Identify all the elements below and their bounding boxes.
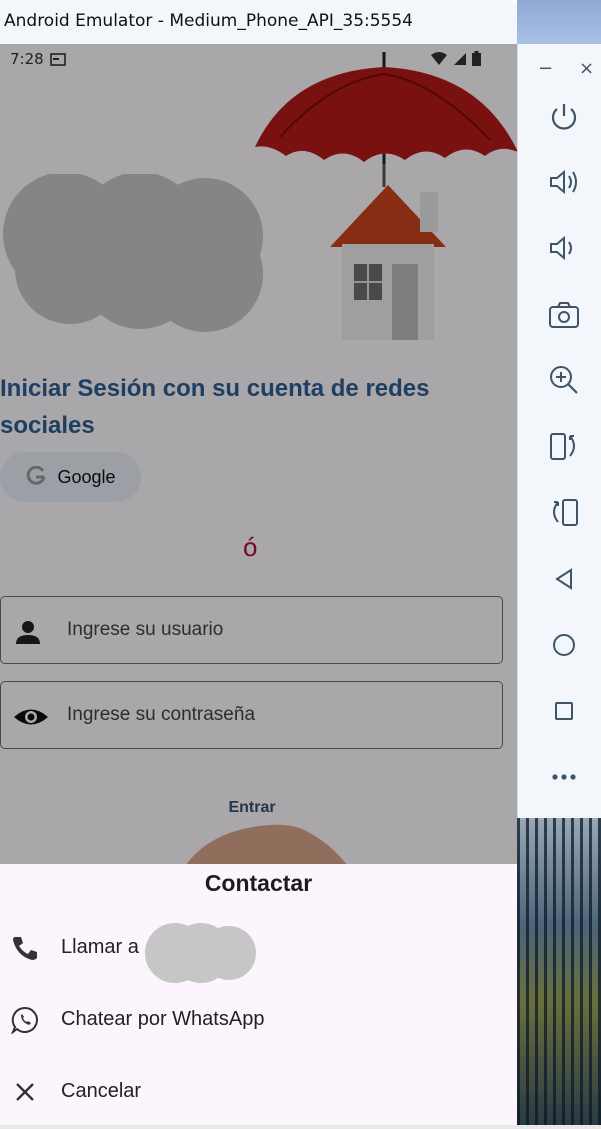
home-button[interactable] [546,627,582,663]
rotate-left-button[interactable] [546,428,582,464]
whatsapp-option-label: Chatear por WhatsApp [61,1008,265,1030]
desktop-wallpaper [517,0,601,44]
call-option[interactable]: Llamar a [0,916,517,980]
volume-up-icon [550,169,577,195]
call-option-label: Llamar a [61,936,139,958]
modal-scrim[interactable] [0,44,517,864]
phone-number-redacted [145,923,256,983]
rotate-right-button[interactable] [546,494,582,530]
screenshot-button[interactable] [546,297,582,333]
more-button[interactable] [546,759,582,795]
rotate-right-icon [553,499,578,526]
sheet-title: Contactar [204,870,313,896]
back-button[interactable] [546,561,582,597]
power-icon [551,104,577,130]
window-titlebar: Android Emulator - Medium_Phone_API_35:5… [0,0,517,45]
zoom-button[interactable] [546,362,582,398]
desktop-wallpaper-lower [517,818,601,1125]
volume-down-icon [550,235,572,261]
more-icon [552,774,576,780]
home-icon [553,634,575,656]
whatsapp-icon [11,1006,38,1034]
window-title: Android Emulator - Medium_Phone_API_35:5… [4,11,413,31]
cancel-option[interactable]: Cancelar [0,1060,517,1124]
volume-up-button[interactable] [546,164,582,200]
volume-down-button[interactable] [546,230,582,266]
close-window-button[interactable]: × [579,58,594,79]
zoom-icon [550,366,578,394]
emulator-toolbar: − × [517,44,601,818]
camera-icon [549,302,579,328]
rotate-left-icon [550,433,575,460]
whatsapp-option[interactable]: Chatear por WhatsApp [0,988,517,1052]
back-icon [555,568,572,590]
overview-button[interactable] [546,693,582,729]
phone-screen: 7:28 Iniciar Sesión con su cuenta de red… [0,44,517,1125]
window-bottom-edge [0,1125,601,1129]
phone-icon [13,937,37,960]
contact-bottom-sheet: Contactar Llamar a Chatear por WhatsApp … [0,864,517,1125]
minimize-button[interactable]: − [538,58,553,79]
close-icon [16,1083,34,1101]
power-button[interactable] [546,99,582,135]
cancel-option-label: Cancelar [61,1080,142,1102]
overview-icon [555,702,573,720]
